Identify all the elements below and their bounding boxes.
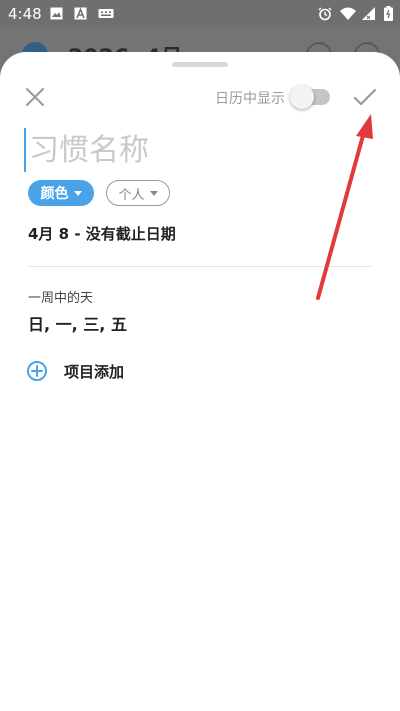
check-icon[interactable]	[352, 86, 378, 108]
add-item-button[interactable]: 项目添加	[26, 359, 226, 383]
status-bar: 4:48	[0, 0, 400, 28]
battery-icon	[384, 6, 393, 21]
new-habit-sheet: 日历中显示 颜色 个人 4月 8 - 没有截止日期 一周中的天 日, 一, 三,…	[0, 52, 400, 711]
toggle-knob	[290, 85, 314, 109]
divider	[28, 266, 372, 267]
alarm-icon	[318, 7, 332, 21]
date-range[interactable]: 4月 8 - 没有截止日期	[28, 223, 176, 244]
add-item-label: 项目添加	[64, 363, 125, 381]
caret-down-icon	[73, 190, 82, 196]
close-icon[interactable]	[24, 86, 46, 108]
keyboard-icon	[98, 9, 114, 18]
personal-chip-label: 个人	[118, 187, 145, 203]
week-days-label: 一周中的天	[28, 291, 94, 306]
show-in-calendar-toggle[interactable]	[290, 85, 330, 109]
habit-name-input[interactable]	[24, 128, 369, 172]
week-days-value[interactable]: 日, 一, 三, 五	[28, 311, 127, 335]
image-icon	[50, 7, 63, 20]
wifi-icon	[340, 7, 356, 20]
show-in-calendar-label: 日历中显示	[215, 91, 285, 107]
caret-down-icon	[149, 190, 158, 196]
color-chip[interactable]: 颜色	[28, 180, 94, 206]
personal-chip[interactable]: 个人	[106, 180, 170, 206]
a-icon	[74, 7, 87, 20]
status-time: 4:48	[8, 5, 42, 23]
drag-handle[interactable]	[172, 62, 228, 67]
add-circle-icon	[27, 361, 47, 381]
color-chip-label: 颜色	[40, 186, 69, 202]
signal-icon	[362, 7, 375, 20]
